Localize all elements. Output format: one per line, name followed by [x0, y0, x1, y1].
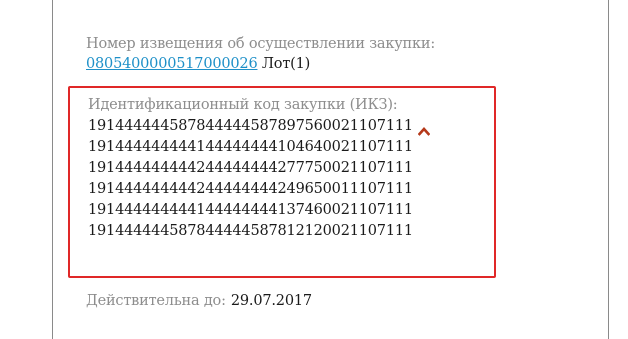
ikz-highlight-box: Идентификационный код закупки (ИКЗ): 191… [68, 86, 496, 278]
notice-number-label: Номер извещения об осуществлении закупки… [86, 36, 436, 52]
lot-label: Лот(1) [261, 56, 311, 72]
ikz-code: 191444444587844444587897560021107111 [88, 118, 413, 134]
notice-number-link[interactable]: 0805400000517000026 [86, 56, 258, 72]
ikz-code-row: 191444444587844444587897560021107111 [88, 116, 431, 137]
ikz-code-row: 191444444444144444444104640021107111 [88, 137, 430, 158]
ikz-code: 191444444587844444587812120021107111 [88, 223, 413, 239]
ikz-code: 191444444444144444444104640021107111 [88, 139, 413, 155]
ikz-code-row: 191444444444244444444277750021107111 [88, 158, 430, 179]
validity-date: 29.07.2017 [230, 293, 312, 309]
validity-label: Действительна до: [86, 293, 226, 309]
validity-row: Действительна до: 29.07.2017 [86, 290, 312, 311]
ikz-label: Идентификационный код закупки (ИКЗ): [88, 97, 398, 113]
notice-number-row: 0805400000517000026 Лот(1) [86, 54, 435, 74]
ikz-code-row: 191444444587844444587812120021107111 [88, 221, 430, 242]
ikz-code: 191444444444144444444137460021107111 [88, 202, 413, 218]
ikz-code: 191444444444244444444277750021107111 [88, 160, 413, 176]
notice-section: Номер извещения об осуществлении закупки… [86, 34, 435, 74]
ikz-code-row: 191444444444244444444249650011107111 [88, 179, 430, 200]
chevron-up-icon[interactable] [417, 122, 431, 136]
ikz-code-row: 191444444444144444444137460021107111 [88, 200, 430, 221]
ikz-section: Идентификационный код закупки (ИКЗ): 191… [88, 95, 431, 242]
ikz-code: 191444444444244444444249650011107111 [88, 181, 413, 197]
